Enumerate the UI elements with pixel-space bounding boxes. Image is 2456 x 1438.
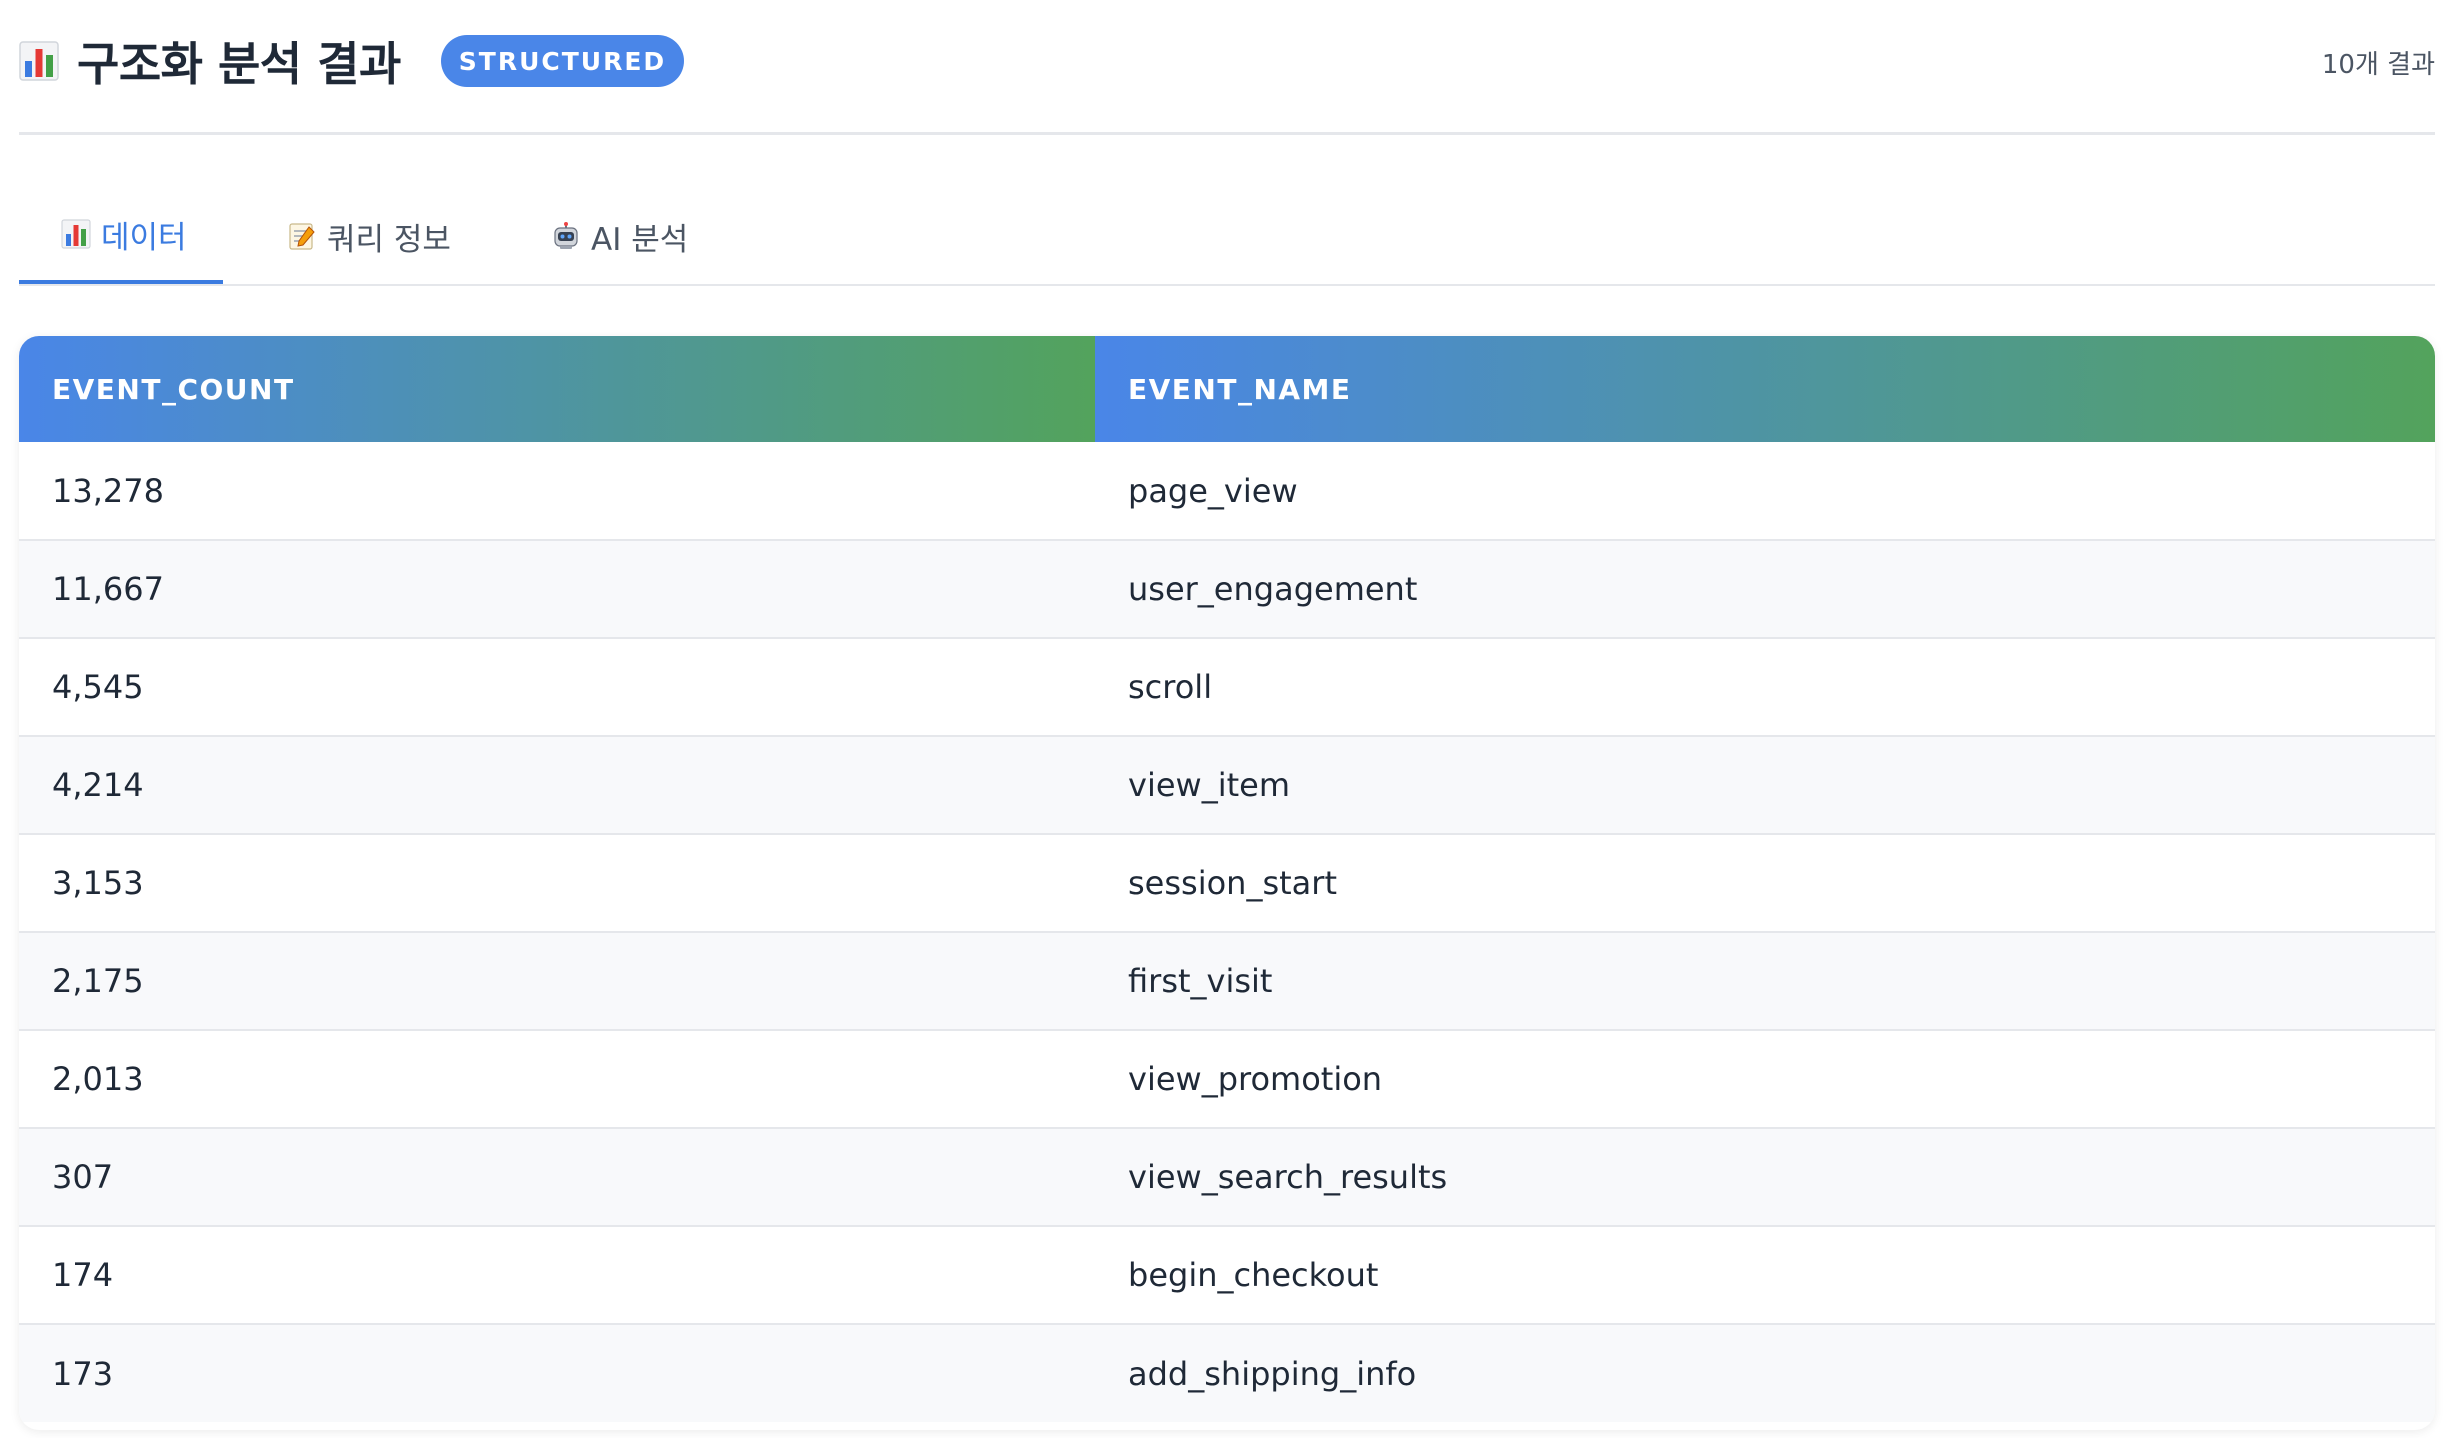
- tab-query-info[interactable]: 쿼리 정보: [287, 188, 487, 284]
- table-row: 173 add_shipping_info: [19, 1324, 2435, 1422]
- table-row: 2,013 view_promotion: [19, 1030, 2435, 1128]
- memo-icon: [289, 223, 315, 250]
- table-row: 4,545 scroll: [19, 638, 2435, 736]
- cell-event-count: 2,175: [52, 962, 144, 1000]
- table-row: 174 begin_checkout: [19, 1226, 2435, 1324]
- table-row: 2,175 first_visit: [19, 932, 2435, 1030]
- cell-event-name: begin_checkout: [1128, 1256, 1379, 1294]
- tab-label: 데이터: [101, 219, 187, 256]
- title-group: 구조화 분석 결과 STRUCTURED: [19, 33, 685, 91]
- cell-event-name: view_item: [1128, 766, 1290, 804]
- robot-icon: [554, 222, 578, 249]
- table-header-row: EVENT_COUNT EVENT_NAME: [19, 336, 2435, 442]
- cell-event-name: view_promotion: [1128, 1060, 1383, 1098]
- bar-chart-icon: [19, 41, 59, 81]
- tab-ai-analysis[interactable]: AI 분석: [551, 188, 731, 284]
- cell-event-name: view_search_results: [1128, 1158, 1448, 1196]
- table-row: 307 view_search_results: [19, 1128, 2435, 1226]
- results-table-card: EVENT_COUNT EVENT_NAME 13,278 page_view …: [19, 336, 2435, 1430]
- cell-event-name: session_start: [1128, 864, 1337, 902]
- cell-event-count: 173: [52, 1354, 114, 1393]
- cell-event-name: user_engagement: [1128, 570, 1418, 608]
- tab-bar: 데이터 쿼리 정보 AI 분석: [19, 188, 2435, 286]
- structured-badge: STRUCTURED: [440, 35, 685, 87]
- cell-event-count: 3,153: [52, 864, 144, 902]
- table-row: 4,214 view_item: [19, 736, 2435, 834]
- cell-event-count: 174: [52, 1256, 114, 1294]
- results-table: EVENT_COUNT EVENT_NAME 13,278 page_view …: [19, 336, 2435, 1422]
- tab-data[interactable]: 데이터: [19, 188, 223, 284]
- results-header: 구조화 분석 결과 STRUCTURED 10개 결과: [19, 0, 2435, 135]
- tab-label: AI 분석: [591, 221, 689, 258]
- cell-event-name: add_shipping_info: [1128, 1354, 1417, 1393]
- table-row: 13,278 page_view: [19, 442, 2435, 540]
- cell-event-count: 4,214: [52, 766, 144, 804]
- cell-event-count: 11,667: [52, 570, 164, 608]
- table-row: 11,667 user_engagement: [19, 540, 2435, 638]
- tab-label: 쿼리 정보: [327, 221, 451, 258]
- cell-event-count: 307: [52, 1158, 114, 1196]
- result-count: 10개 결과: [2321, 50, 2435, 80]
- bar-chart-icon: [61, 219, 91, 249]
- cell-event-count: 2,013: [52, 1060, 144, 1098]
- cell-event-count: 13,278: [52, 471, 164, 510]
- cell-event-name: first_visit: [1128, 962, 1273, 1000]
- column-header-event-count[interactable]: EVENT_COUNT: [19, 336, 1095, 442]
- column-header-event-name[interactable]: EVENT_NAME: [1095, 336, 2435, 442]
- cell-event-count: 4,545: [52, 668, 144, 706]
- table-row: 3,153 session_start: [19, 834, 2435, 932]
- cell-event-name: page_view: [1128, 471, 1298, 510]
- page-title: 구조화 분석 결과: [77, 37, 401, 91]
- cell-event-name: scroll: [1128, 668, 1213, 706]
